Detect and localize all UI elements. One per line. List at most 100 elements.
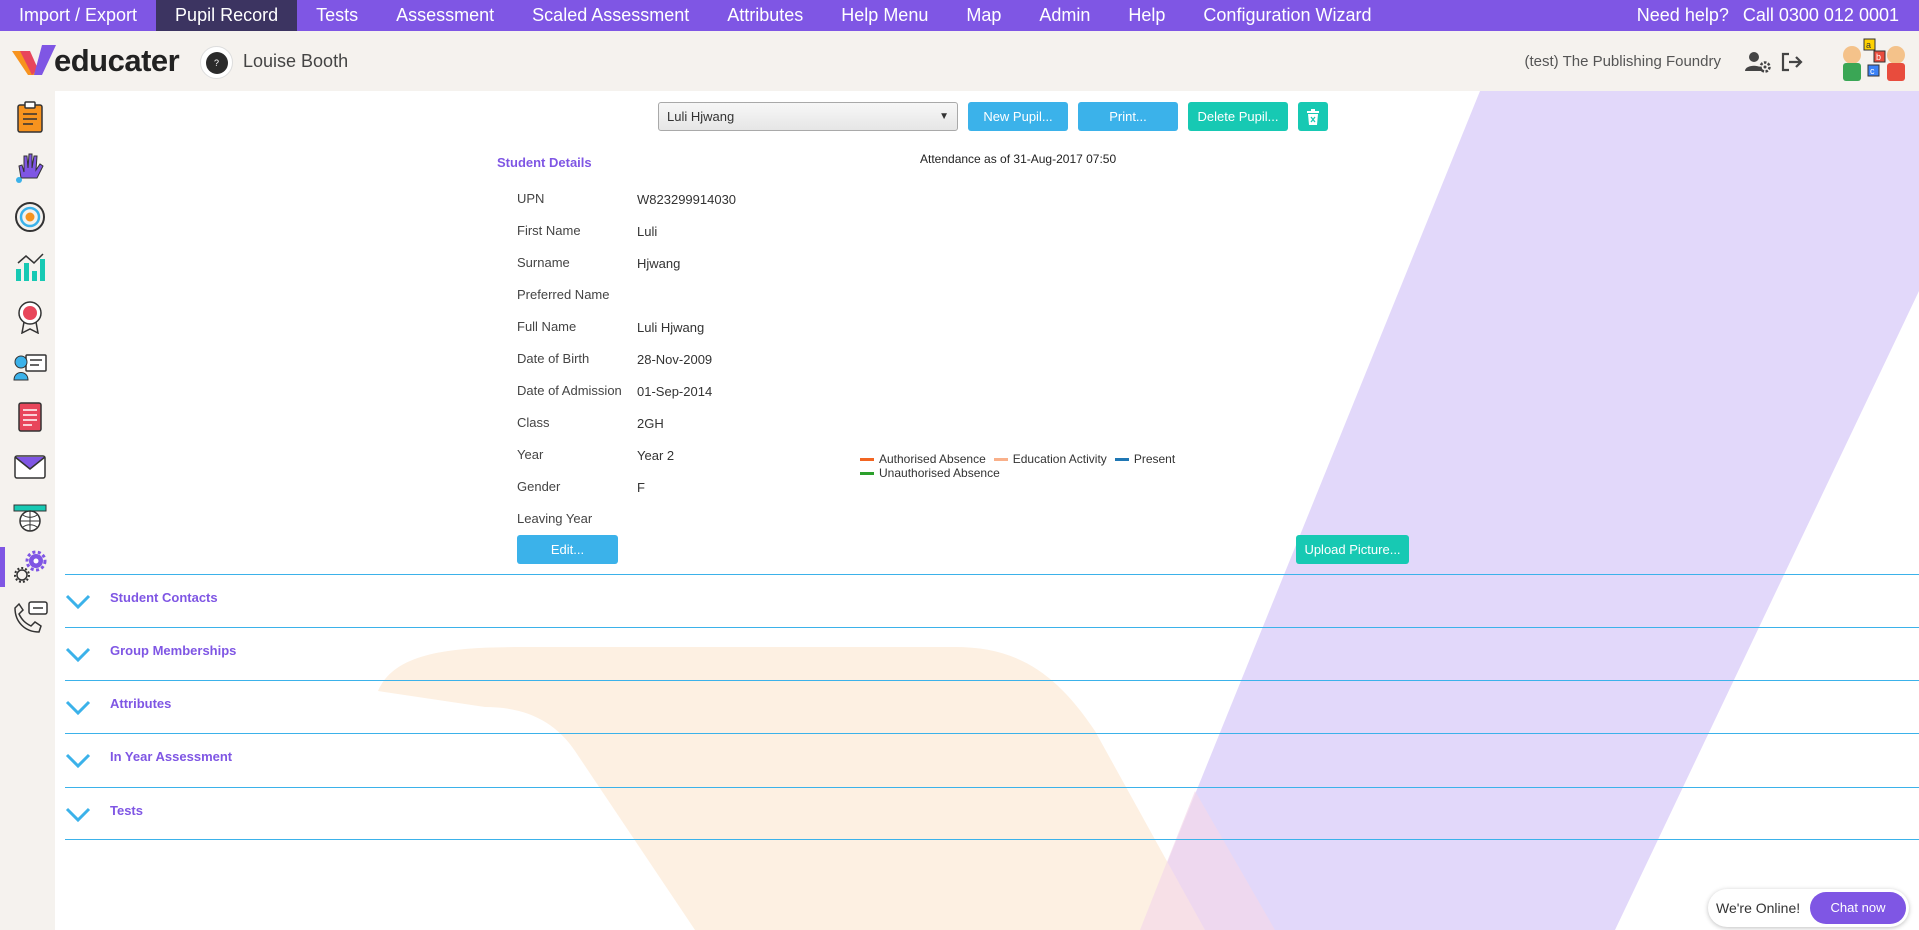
date-of-admission-value: 01-Sep-2014 (637, 384, 713, 399)
pupil-select[interactable]: Luli Hjwang ▼ (658, 102, 958, 131)
svg-text:c: c (1870, 66, 1875, 76)
logout-icon[interactable] (1779, 49, 1805, 75)
legend-item: Present (1114, 452, 1176, 466)
legend-item: Authorised Absence (860, 452, 986, 466)
delete-pupil-button[interactable]: Delete Pupil... (1188, 102, 1288, 131)
legend-swatch (993, 457, 1008, 461)
accordion-in-year-assessment[interactable]: In Year Assessment (65, 733, 1919, 786)
upn-label: UPN (517, 191, 545, 206)
accordion-label: Tests (110, 803, 143, 818)
legend-item: Education Activity (993, 452, 1107, 466)
attendance-caption: Attendance as of 31-Aug-2017 07:50 (920, 152, 1117, 166)
chat-status: We're Online! (1716, 900, 1801, 916)
upload-picture-button[interactable]: Upload Picture... (1296, 535, 1409, 564)
sidebar-item-chart[interactable] (10, 247, 50, 287)
sidebar-item-teacher[interactable] (10, 347, 50, 387)
menu-help-menu[interactable]: Help Menu (822, 0, 947, 31)
call-number-text[interactable]: Call 0300 012 0001 (1743, 5, 1899, 25)
user-name: Louise Booth (243, 51, 349, 71)
gender-value: F (637, 480, 645, 495)
accordion-student-contacts[interactable]: Student Contacts (65, 574, 1919, 627)
trash-button[interactable] (1298, 102, 1328, 131)
menu-help[interactable]: Help (1109, 0, 1184, 31)
edit-button[interactable]: Edit... (517, 535, 618, 564)
accordion-group-memberships[interactable]: Group Memberships (65, 627, 1919, 680)
date-of-birth-value: 28-Nov-2009 (637, 352, 713, 367)
svg-text:b: b (1876, 52, 1881, 62)
chart-icon (16, 253, 45, 281)
menu-configuration-wizard[interactable]: Configuration Wizard (1184, 0, 1390, 31)
sidebar-item-settings[interactable] (10, 547, 50, 587)
need-help-text[interactable]: Need help? (1637, 5, 1729, 25)
print-button[interactable]: Print... (1078, 102, 1178, 131)
help-contact: Need help? Call 0300 012 0001 (1637, 0, 1899, 31)
mail-icon (14, 455, 46, 479)
surname-value: Hjwang (637, 256, 681, 271)
educater-logo[interactable]: educater (12, 43, 180, 78)
sidebar-item-clipboard[interactable] (10, 97, 50, 137)
sidebar-item-mail[interactable] (10, 447, 50, 487)
legend-swatch (860, 471, 874, 475)
chat-widget: We're Online! Chat now (1708, 889, 1909, 927)
main-menu: Import / Export Pupil Record Tests Asses… (0, 0, 1391, 31)
globe-icon (13, 504, 47, 532)
student-details-title: Student Details (497, 155, 592, 170)
chevron-down-icon (65, 700, 91, 716)
sidebar-item-contact[interactable] (10, 597, 50, 637)
menu-assessment[interactable]: Assessment (377, 0, 513, 31)
accordion-tests[interactable]: Tests (65, 787, 1919, 840)
new-pupil-button[interactable]: New Pupil... (968, 102, 1068, 131)
menu-tests[interactable]: Tests (297, 0, 377, 31)
chevron-down-icon (65, 753, 91, 769)
logo-mark-icon (12, 45, 56, 75)
first-name-label: First Name (517, 223, 581, 238)
phone-chat-icon (14, 601, 48, 633)
sidebar-item-target[interactable] (10, 197, 50, 237)
legend-label: Authorised Absence (879, 452, 986, 466)
user-settings-icon[interactable] (1745, 49, 1771, 75)
dropdown-arrow-icon: ▼ (939, 111, 949, 122)
legend-item: Unauthorised Absence (860, 466, 1000, 480)
year-label: Year (517, 447, 544, 462)
award-icon (18, 301, 42, 334)
attendance-legend: Authorised Absence Education Activity Pr… (860, 452, 1200, 480)
first-name-value: Luli (637, 224, 658, 239)
school-logo: a b c (1834, 35, 1914, 87)
chat-now-button[interactable]: Chat now (1810, 892, 1906, 924)
sidebar-item-award[interactable] (10, 297, 50, 337)
sidebar-item-hand[interactable] (10, 147, 50, 187)
full-name-value: Luli Hjwang (637, 320, 705, 335)
organisation-name: (test) The Publishing Foundry (1524, 53, 1722, 70)
class-label: Class (517, 415, 550, 430)
gender-label: Gender (517, 479, 561, 494)
menu-map[interactable]: Map (947, 0, 1020, 31)
full-name-label: Full Name (517, 319, 577, 334)
menu-admin[interactable]: Admin (1020, 0, 1109, 31)
hand-icon (16, 153, 44, 183)
accordion-attributes[interactable]: Attributes (65, 680, 1919, 733)
sidebar-item-document[interactable] (10, 397, 50, 437)
logo-text: educater (54, 43, 180, 78)
chevron-down-icon (65, 594, 91, 610)
teacher-icon (13, 354, 47, 381)
sidebar-item-globe[interactable] (10, 497, 50, 537)
svg-text:a: a (1866, 40, 1871, 50)
left-sidebar (0, 91, 55, 930)
avatar-glyph: ? (205, 51, 228, 74)
legend-label: Present (1133, 452, 1176, 466)
leaving-year-label: Leaving Year (517, 511, 593, 526)
surname-label: Surname (517, 255, 570, 270)
accordion-label: Student Contacts (110, 590, 218, 605)
menu-pupil-record[interactable]: Pupil Record (156, 0, 298, 31)
upn-value: W823299914030 (637, 192, 737, 207)
document-icon (18, 402, 42, 432)
menu-scaled-assessment[interactable]: Scaled Assessment (513, 0, 708, 31)
menu-attributes[interactable]: Attributes (708, 0, 822, 31)
menu-import-export[interactable]: Import / Export (0, 0, 156, 31)
accordion-label: Attributes (110, 696, 172, 711)
preferred-name-label: Preferred Name (517, 287, 610, 302)
date-of-birth-label: Date of Birth (517, 351, 590, 366)
legend-swatch (860, 457, 874, 461)
avatar[interactable]: ? (200, 46, 233, 79)
chevron-down-icon (65, 647, 91, 663)
